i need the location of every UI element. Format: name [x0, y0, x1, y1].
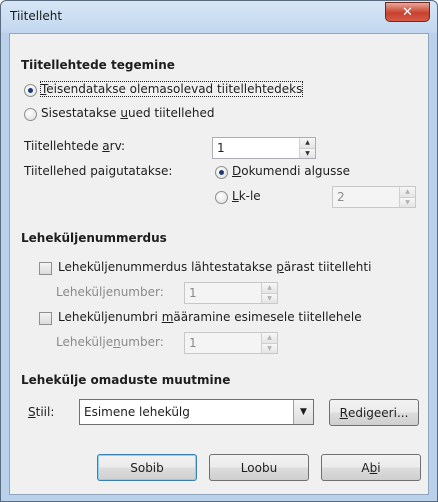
dialog-body: Tiitellehtede tegemine Teisendatakse ole… [9, 33, 429, 495]
radio-document-start-label[interactable]: Dokumendi algusse [232, 164, 350, 178]
page-position-stepper[interactable]: 2 ▲ ▼ [332, 186, 416, 208]
set-first-page-number-label[interactable]: Leheküljenumbri määramine esimesele tiit… [58, 310, 362, 324]
spin-up-icon[interactable]: ▲ [400, 187, 415, 197]
placement-label: Tiitellehed paigutatakse: [24, 164, 173, 178]
section-title-create: Tiitellehtede tegemine [21, 58, 175, 72]
set-first-page-number-checkbox[interactable] [39, 312, 52, 325]
radio-convert-existing-label[interactable]: Teisendatakse olemasolevad tiitellehtede… [39, 81, 304, 97]
chevron-down-icon[interactable]: ▼ [293, 400, 313, 424]
radio-insert-new-label[interactable]: Sisestatakse uued tiitellehed [41, 106, 215, 120]
radio-to-page[interactable] [215, 191, 228, 204]
page-number-value-2: 1 [189, 336, 197, 350]
section-title-page-style: Lehekülje omaduste muutmine [21, 373, 231, 387]
section-title-numbering: Leheküljenummerdus [21, 231, 167, 245]
restart-numbering-label[interactable]: Leheküljenummerdus lähtestatakse pärast … [58, 260, 371, 274]
page-number-label-2: Leheküljenumber: [56, 335, 164, 349]
page-style-select[interactable]: Esimene lehekülg ▼ [79, 399, 314, 425]
title-count-label: Tiitellehtede arv: [24, 139, 126, 153]
spin-up-icon[interactable]: ▲ [262, 283, 277, 293]
page-number-stepper-1[interactable]: 1 ▲ ▼ [184, 282, 278, 304]
spin-down-icon[interactable]: ▼ [262, 293, 277, 303]
page-number-value-1: 1 [189, 286, 197, 300]
page-style-value: Esimene lehekülg [84, 405, 190, 419]
radio-convert-existing[interactable] [24, 84, 37, 97]
close-button[interactable]: ✕ [385, 2, 430, 22]
radio-document-start[interactable] [215, 166, 228, 179]
spin-down-icon[interactable]: ▼ [400, 197, 415, 207]
radio-insert-new[interactable] [24, 108, 37, 121]
page-position-value: 2 [337, 190, 345, 204]
help-button[interactable]: Abi [321, 454, 421, 481]
spin-up-icon[interactable]: ▲ [262, 333, 277, 343]
title-count-stepper[interactable]: 1 ▲ ▼ [212, 137, 316, 159]
spin-down-icon[interactable]: ▼ [300, 148, 315, 158]
restart-numbering-checkbox[interactable] [39, 262, 52, 275]
page-number-label-1: Leheküljenumber: [56, 285, 164, 299]
ok-button[interactable]: Sobib [97, 454, 197, 481]
style-label: Stiil: [28, 405, 55, 419]
window-title: Tiitelleht [10, 9, 63, 23]
title-count-value: 1 [217, 141, 225, 155]
title-bar[interactable]: Tiitelleht ✕ [1, 1, 437, 33]
edit-style-button[interactable]: Redigeeri... [329, 399, 419, 426]
page-number-stepper-2[interactable]: 1 ▲ ▼ [184, 332, 278, 354]
spin-down-icon[interactable]: ▼ [262, 343, 277, 353]
cancel-button[interactable]: Loobu [209, 454, 309, 481]
close-icon: ✕ [402, 4, 413, 20]
dialog-window: Tiitelleht ✕ Tiitellehtede tegemine Teis… [0, 0, 438, 502]
radio-to-page-label[interactable]: Lk-le [232, 189, 261, 203]
spin-up-icon[interactable]: ▲ [300, 138, 315, 148]
